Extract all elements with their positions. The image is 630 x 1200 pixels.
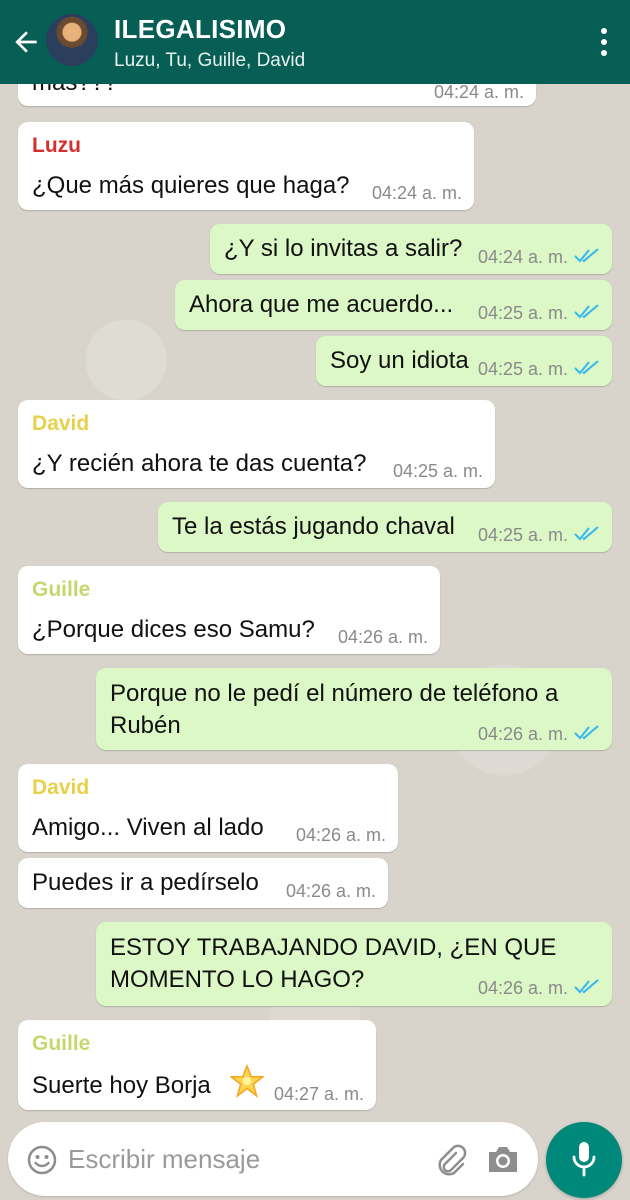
message-bubble[interactable]: Guille Suerte hoy Borja 04:27 a. m. <box>18 1020 376 1110</box>
sender-name: Guille <box>32 578 91 601</box>
more-options-icon[interactable] <box>598 26 610 58</box>
message-input[interactable]: Escribir mensaje <box>68 1144 260 1175</box>
message-time: 04:26 a. m. <box>337 627 428 647</box>
message-text: Suerte hoy Borja <box>32 1072 211 1099</box>
message-text: Puedes ir a pedírselo <box>32 869 259 896</box>
read-receipt-icon <box>574 526 599 541</box>
message-time: 04:24 a. m. <box>371 183 462 203</box>
sender-name: David <box>32 412 90 435</box>
message-time: 04:27 a. m. <box>273 1084 364 1104</box>
message-text-line: Rubén <box>110 712 181 739</box>
message-text-line: Porque no le pedí el número de teléfono … <box>110 680 559 707</box>
message-text: Soy un idiota <box>330 347 469 374</box>
message-time: 04:25 a. m. <box>477 303 568 323</box>
mic-icon <box>572 1142 596 1177</box>
message-text: ¿Y si lo invitas a salir? <box>224 235 463 262</box>
message-bubble[interactable]: Guille ¿Porque dices eso Samu? 04:26 a. … <box>18 566 440 654</box>
read-receipt-icon <box>574 725 599 740</box>
message-bubble[interactable]: Soy un idiota 04:25 a. m. <box>316 336 612 386</box>
mic-button[interactable] <box>546 1122 622 1198</box>
message-text: ¿Que más quieres que haga? <box>32 172 350 199</box>
message-text-line: MOMENTO LO HAGO? <box>110 966 365 993</box>
chat-participants[interactable]: Luzu, Tu, Guille, David <box>114 50 305 72</box>
message-text: Ahora que me acuerdo... <box>189 291 454 318</box>
message-time: 04:26 a. m. <box>285 881 376 901</box>
sender-name: Luzu <box>32 134 81 157</box>
message-composer: Escribir mensaje <box>8 1122 538 1196</box>
emoji-icon[interactable] <box>26 1144 58 1176</box>
message-bubble[interactable]: David Amigo... Viven al lado 04:26 a. m. <box>18 764 398 852</box>
message-time: 04:25 a. m. <box>477 525 568 545</box>
read-receipt-icon <box>574 248 599 263</box>
message-text: Te la estás jugando chaval <box>172 513 455 540</box>
message-bubble[interactable]: Te la estás jugando chaval 04:25 a. m. <box>158 502 612 552</box>
message-bubble[interactable]: ¿Y si lo invitas a salir? 04:24 a. m. <box>210 224 612 274</box>
message-bubble[interactable]: ESTOY TRABAJANDO DAVID, ¿EN QUE MOMENTO … <box>96 922 612 1006</box>
message-text-line: ESTOY TRABAJANDO DAVID, ¿EN QUE <box>110 934 557 961</box>
message-bubble[interactable]: Luzu ¿Que más quieres que haga? 04:24 a.… <box>18 122 474 210</box>
sender-name: Guille <box>32 1032 91 1055</box>
back-arrow-icon[interactable] <box>10 26 42 58</box>
message-bubble[interactable]: Porque no le pedí el número de teléfono … <box>96 668 612 750</box>
chat-header: ILEGALISIMO Luzu, Tu, Guille, David <box>0 0 630 84</box>
message-time: 04:24 a. m. <box>433 82 524 102</box>
message-bubble[interactable]: Ahora que me acuerdo... 04:25 a. m. <box>175 280 612 330</box>
read-receipt-icon <box>574 360 599 375</box>
message-time: 04:24 a. m. <box>477 247 568 267</box>
group-avatar[interactable] <box>46 14 98 66</box>
sender-name: David <box>32 776 90 799</box>
message-text: Amigo... Viven al lado <box>32 814 264 841</box>
message-time: 04:26 a. m. <box>295 825 386 845</box>
read-receipt-icon <box>574 304 599 319</box>
message-time: 04:26 a. m. <box>477 978 568 998</box>
read-receipt-icon <box>574 979 599 994</box>
message-time: 04:25 a. m. <box>477 359 568 379</box>
message-text: ¿Porque dices eso Samu? <box>32 616 315 643</box>
message-text: ¿Y recién ahora te das cuenta? <box>32 450 367 477</box>
star-emoji-icon <box>230 1064 264 1098</box>
message-bubble[interactable]: Puedes ir a pedírselo 04:26 a. m. <box>18 858 388 908</box>
message-bubble[interactable]: David ¿Y recién ahora te das cuenta? 04:… <box>18 400 495 488</box>
message-time: 04:26 a. m. <box>477 724 568 744</box>
message-time: 04:25 a. m. <box>392 461 483 481</box>
attach-icon[interactable] <box>434 1144 468 1178</box>
chat-title[interactable]: ILEGALISIMO <box>114 14 286 45</box>
camera-icon[interactable] <box>486 1144 520 1174</box>
